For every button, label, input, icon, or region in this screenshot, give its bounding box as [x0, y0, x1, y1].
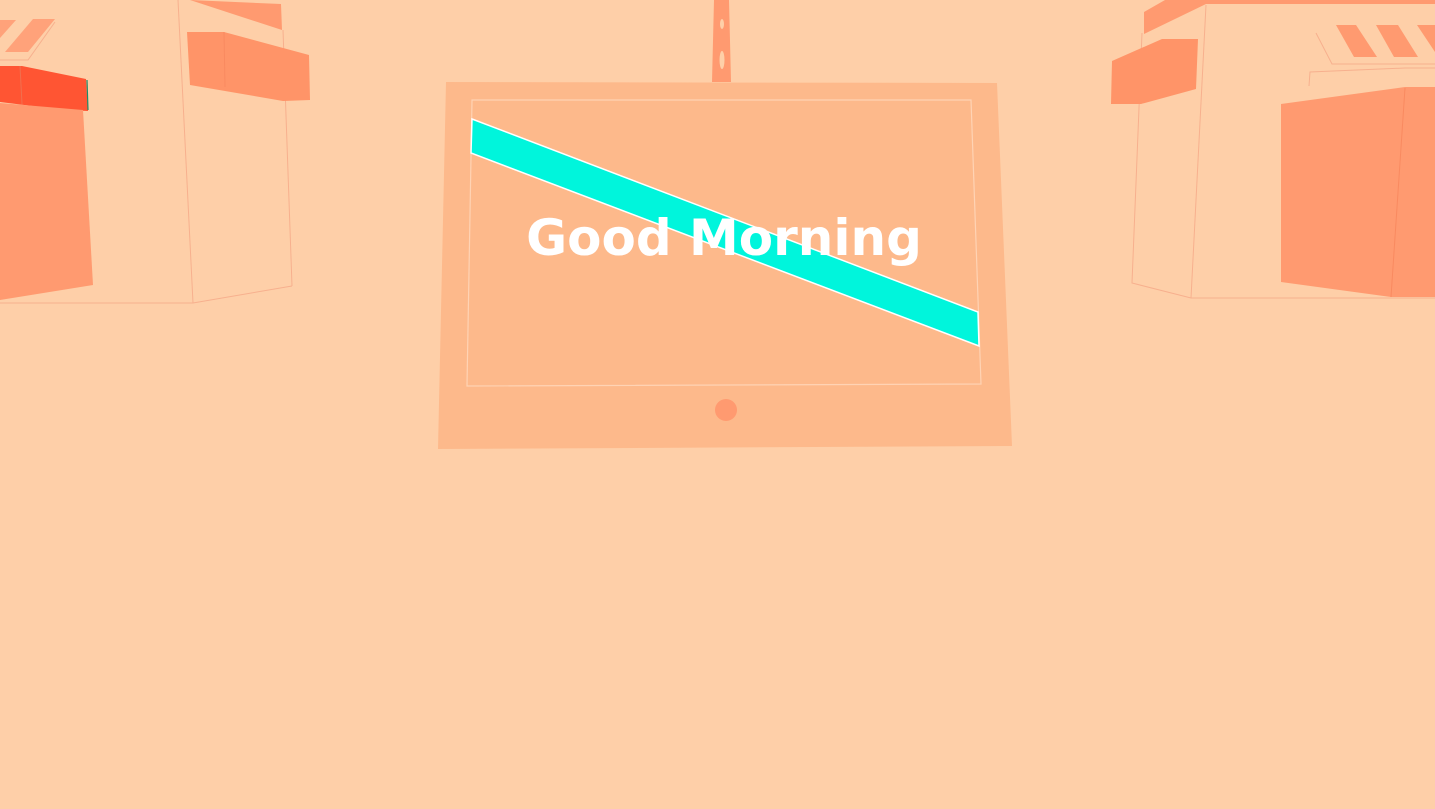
left-front-panel [0, 103, 93, 300]
left-side-box [187, 32, 310, 101]
left-top-awning [190, 0, 282, 30]
tablet-home-button[interactable] [715, 399, 737, 421]
game-scene [0, 0, 1435, 449]
left-awning-stripe [5, 19, 55, 52]
right-building [1111, 0, 1435, 299]
right-awning-stripe [1376, 25, 1418, 57]
left-awning-stripe [0, 20, 16, 38]
tablet-mount-pole [712, 0, 731, 82]
greeting-text: Good Morning [526, 209, 922, 267]
right-awning-stripe [1336, 25, 1377, 57]
right-side-box [1111, 39, 1198, 104]
right-front-panel [1281, 87, 1435, 297]
right-awning-stripe [1417, 25, 1435, 52]
left-building [0, 0, 310, 304]
